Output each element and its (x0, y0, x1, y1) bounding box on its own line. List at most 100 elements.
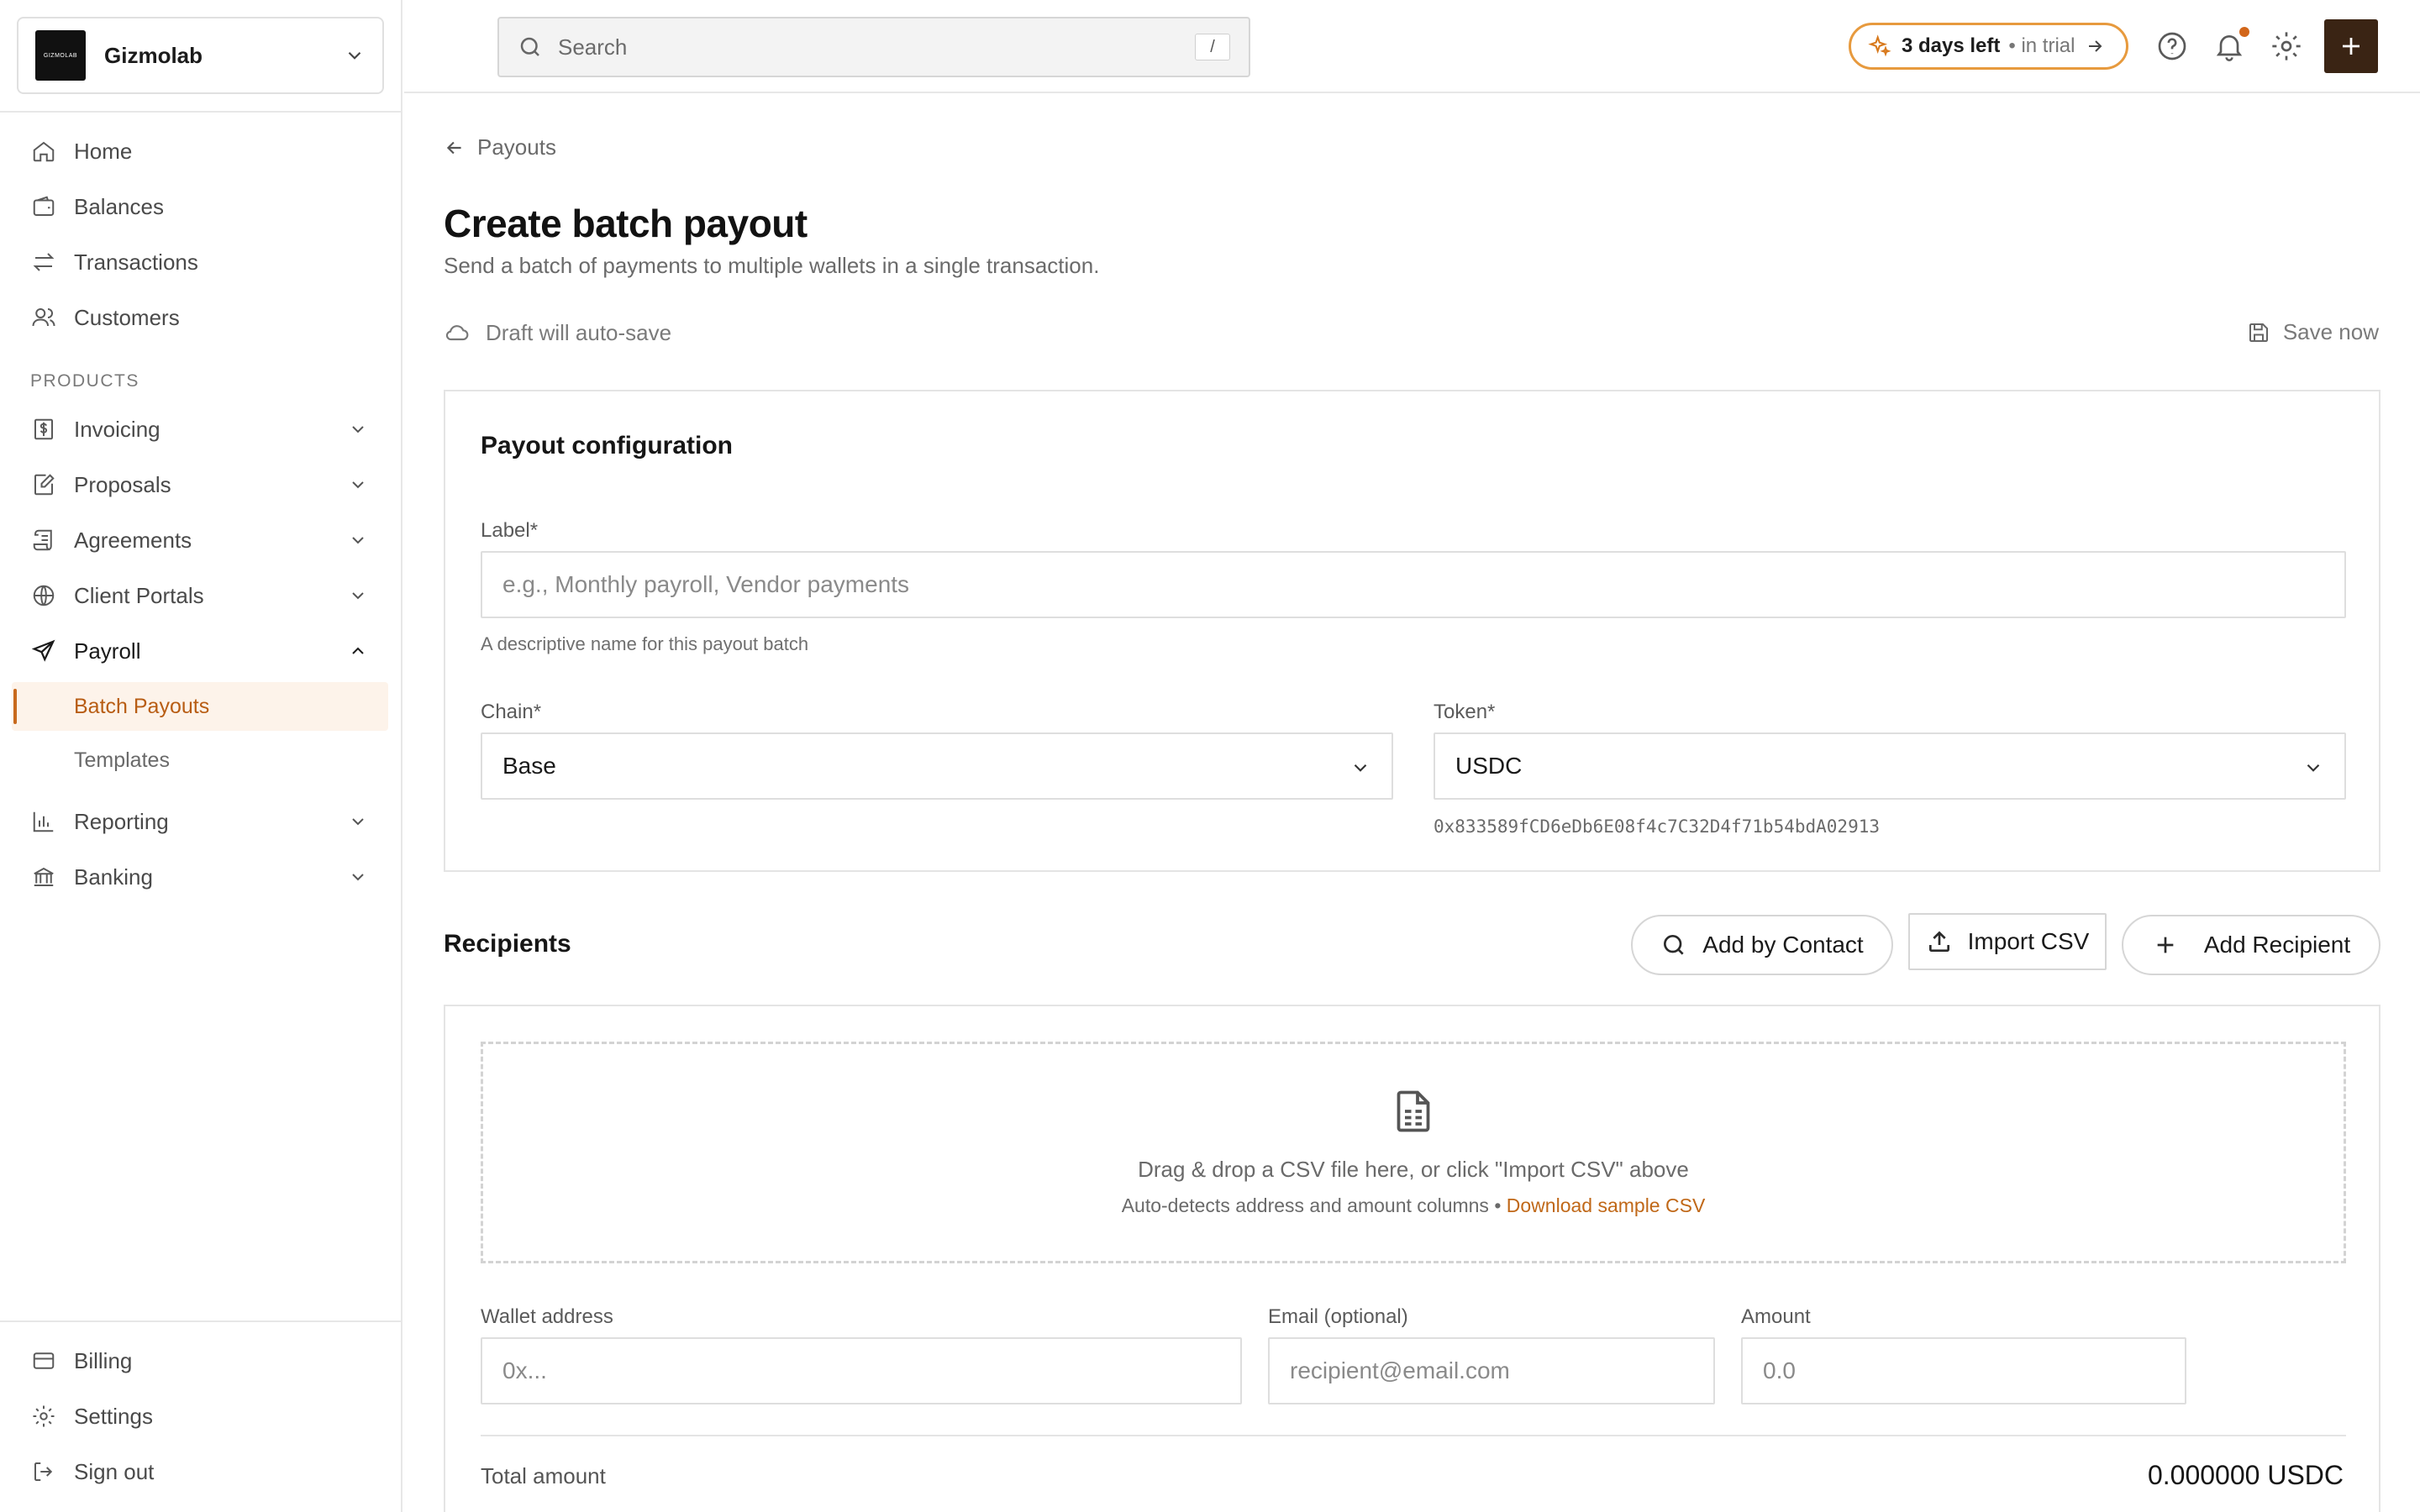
sidebar-item-agreements[interactable]: Agreements (12, 515, 388, 565)
main-content: Payouts Create batch payout Send a batch… (404, 95, 2420, 1512)
file-spreadsheet-icon (1397, 1090, 1430, 1132)
draft-status: Draft will auto-save (444, 319, 671, 346)
sidebar-item-proposals[interactable]: Proposals (12, 459, 388, 510)
chain-select[interactable]: Base (481, 732, 1393, 800)
sidebar-item-label: Transactions (74, 249, 198, 275)
chevron-down-icon (352, 592, 364, 600)
scroll-icon (30, 527, 57, 554)
dropzone-main-text: Drag & drop a CSV file here, or click "I… (1138, 1157, 1689, 1182)
trial-days: 3 days left (1902, 34, 2001, 57)
page-title: Create batch payout (444, 202, 808, 245)
back-link-payouts[interactable]: Payouts (444, 134, 556, 160)
chevron-down-icon (352, 818, 364, 826)
search-placeholder: Search (558, 34, 628, 60)
divider (481, 1435, 2346, 1436)
add-recipient-label: Add Recipient (2203, 932, 2351, 958)
chain-field-label: Chain* (481, 701, 542, 723)
add-by-contact-button[interactable]: Add by Contact (1631, 915, 1893, 975)
org-logo: GIZMOLAB (35, 30, 86, 81)
edit-doc-icon (30, 471, 57, 498)
sidebar-item-client-portals[interactable]: Client Portals (12, 570, 388, 621)
amount-input[interactable]: 0.0 (1741, 1337, 2186, 1404)
email-input[interactable]: recipient@email.com (1268, 1337, 1715, 1404)
sidebar-item-reporting[interactable]: Reporting (12, 796, 388, 847)
sidebar-subitem-label: Templates (74, 748, 170, 772)
token-select-value: USDC (1455, 753, 1523, 779)
sidebar-subitem-templates[interactable]: Templates (12, 736, 388, 785)
sidebar-item-label: Sign out (74, 1458, 155, 1484)
sidebar-item-label: Banking (74, 864, 153, 890)
sidebar-subitem-batch-payouts[interactable]: Batch Payouts (12, 682, 388, 731)
top-bar: Search / 3 days left • in trial (404, 0, 2420, 93)
wallet-address-input[interactable]: 0x... (481, 1337, 1242, 1404)
chevron-down-icon (352, 481, 364, 489)
sidebar-divider (0, 111, 402, 113)
label-input[interactable]: e.g., Monthly payroll, Vendor payments (481, 551, 2346, 618)
download-sample-csv-link[interactable]: Download sample CSV (1507, 1194, 1706, 1216)
total-amount-value: 0.000000 USDC (2147, 1460, 2344, 1490)
sparkle-icon (1868, 34, 1891, 57)
sidebar-item-settings[interactable]: Settings (12, 1391, 388, 1441)
save-now-button[interactable]: Save now (2246, 319, 2379, 345)
chevron-up-icon (352, 647, 364, 654)
section-label-products: PRODUCTS (30, 371, 139, 391)
sidebar-item-billing[interactable]: Billing (12, 1336, 388, 1386)
token-contract-address: 0x833589fCD6eDb6E08f4c7C32D4f71b54bdA029… (1434, 816, 1881, 837)
csv-dropzone[interactable]: Drag & drop a CSV file here, or click "I… (481, 1042, 2346, 1263)
chain-select-value: Base (502, 753, 556, 779)
trial-sub: • in trial (2008, 34, 2075, 57)
draft-status-label: Draft will auto-save (486, 319, 672, 345)
sidebar-item-label: Client Portals (74, 582, 204, 608)
org-switcher[interactable]: GIZMOLAB Gizmolab (17, 17, 384, 94)
sidebar-item-sign-out[interactable]: Sign out (12, 1446, 388, 1497)
sidebar-item-label: Billing (74, 1347, 133, 1373)
sidebar-item-balances[interactable]: Balances (12, 181, 388, 232)
upload-icon (1928, 931, 1949, 952)
sidebar-item-customers[interactable]: Customers (12, 292, 388, 343)
sidebar: GIZMOLAB Gizmolab Home Balances Transact… (0, 0, 402, 1512)
sidebar-item-banking[interactable]: Banking (12, 852, 388, 902)
add-recipient-button[interactable]: Add Recipient (2122, 915, 2381, 975)
amount-placeholder: 0.0 (1763, 1357, 1796, 1383)
sidebar-item-label: Settings (74, 1403, 153, 1429)
email-placeholder: recipient@email.com (1290, 1357, 1510, 1383)
import-csv-label: Import CSV (1967, 928, 2090, 954)
help-icon[interactable] (2155, 29, 2189, 63)
sidebar-item-label: Agreements (74, 527, 192, 553)
chevron-down-icon (348, 51, 361, 60)
org-name: Gizmolab (104, 42, 203, 68)
cloud-icon (445, 325, 469, 341)
bar-chart-icon (30, 808, 57, 835)
users-icon (30, 304, 57, 331)
chevron-down-icon (1354, 764, 1367, 772)
sidebar-item-payroll[interactable]: Payroll (12, 626, 388, 676)
sidebar-item-invoicing[interactable]: Invoicing (12, 404, 388, 454)
sidebar-item-label: Payroll (74, 638, 141, 664)
page-subtitle: Send a batch of payments to multiple wal… (444, 253, 1100, 278)
search-input[interactable]: Search / (497, 17, 1250, 77)
chevron-down-icon (352, 537, 364, 544)
recipients-title: Recipients (444, 930, 571, 958)
sidebar-item-label: Invoicing (74, 416, 160, 442)
wallet-address-placeholder: 0x... (502, 1357, 547, 1383)
arrow-right-icon (2089, 40, 2102, 52)
gear-icon[interactable] (2270, 29, 2303, 63)
back-link-label: Payouts (477, 134, 556, 160)
sidebar-item-label: Balances (74, 193, 164, 219)
create-button[interactable] (2324, 19, 2378, 73)
trial-badge[interactable]: 3 days left • in trial (1849, 23, 2128, 70)
sidebar-subitem-label: Batch Payouts (74, 694, 210, 718)
sidebar-item-label: Reporting (74, 808, 169, 834)
dropzone-sub-text: Auto-detects address and amount columns … (1122, 1194, 1706, 1217)
token-select[interactable]: USDC (1434, 732, 2346, 800)
sidebar-item-transactions[interactable]: Transactions (12, 237, 388, 287)
search-icon (520, 37, 539, 56)
send-icon (30, 638, 57, 664)
card-icon (30, 1347, 57, 1374)
label-help-text: A descriptive name for this payout batch (481, 633, 809, 654)
plus-icon (2157, 937, 2174, 953)
total-amount-label: Total amount (481, 1463, 606, 1488)
sidebar-item-home[interactable]: Home (12, 126, 388, 176)
import-csv-button[interactable]: Import CSV (1908, 913, 2107, 970)
sidebar-item-label: Home (74, 138, 133, 164)
